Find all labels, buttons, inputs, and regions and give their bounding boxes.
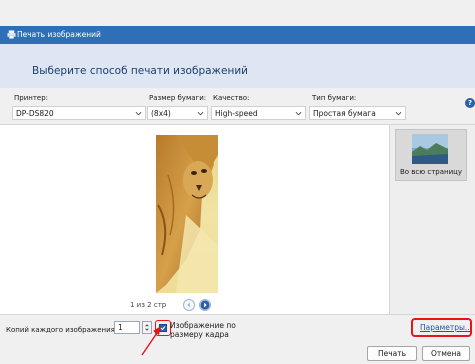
annotation-arrow — [141, 326, 161, 356]
printer-icon — [7, 30, 16, 39]
title-bar: Печать изображений — [0, 26, 475, 44]
chevron-down-icon — [197, 111, 204, 116]
preview-pane: 1 из 2 стр — [0, 124, 389, 315]
quality-select[interactable]: High-speed — [211, 106, 306, 120]
bottom-bar: Копий каждого изображения: 1 Изображение… — [0, 314, 475, 364]
layout-full-page[interactable]: Во всю страницу — [395, 129, 467, 181]
print-pictures-dialog: Печать изображений Выберите способ печат… — [0, 0, 475, 364]
lion-photo-preview — [156, 135, 218, 293]
paper-type-value: Простая бумага — [313, 109, 376, 118]
paper-size-select[interactable]: (8x4) — [147, 106, 208, 120]
paper-type-select[interactable]: Простая бумага — [309, 106, 406, 120]
window-title: Печать изображений — [17, 30, 101, 39]
chevron-down-icon — [135, 111, 142, 116]
layout-list: Во всю страницу — [389, 124, 475, 315]
landscape-thumbnail — [412, 134, 448, 164]
printer-select[interactable]: DP-DS820 — [12, 106, 146, 120]
options-row: Принтер: DP-DS820 Размер бумаги: (8x4) К… — [0, 88, 475, 124]
page-indicator: 1 из 2 стр — [130, 301, 167, 309]
params-highlight — [411, 318, 472, 337]
paper-size-value: (8x4) — [151, 109, 171, 118]
help-icon[interactable]: ? — [465, 98, 475, 108]
fit-to-frame-label: Изображение по размеру кадра — [170, 321, 236, 339]
cancel-button[interactable]: Отмена — [422, 346, 470, 361]
dialog-header: Выберите способ печати изображений — [0, 44, 475, 89]
copies-value: 1 — [118, 323, 123, 332]
paper-size-label: Размер бумаги: — [149, 94, 207, 102]
printer-value: DP-DS820 — [16, 109, 54, 118]
chevron-down-icon — [395, 111, 402, 116]
copies-label: Копий каждого изображения: — [6, 326, 118, 334]
layout-label: Во всю страницу — [399, 168, 463, 176]
print-button[interactable]: Печать — [367, 346, 417, 361]
prev-page-button[interactable] — [183, 299, 195, 311]
printer-label: Принтер: — [14, 94, 49, 102]
copies-input[interactable]: 1 — [114, 321, 140, 334]
next-page-button[interactable] — [199, 299, 211, 311]
quality-label: Качество: — [213, 94, 250, 102]
header-text: Выберите способ печати изображений — [32, 65, 248, 77]
quality-value: High-speed — [215, 109, 258, 118]
chevron-down-icon — [295, 111, 302, 116]
paper-type-label: Тип бумаги: — [312, 94, 357, 102]
